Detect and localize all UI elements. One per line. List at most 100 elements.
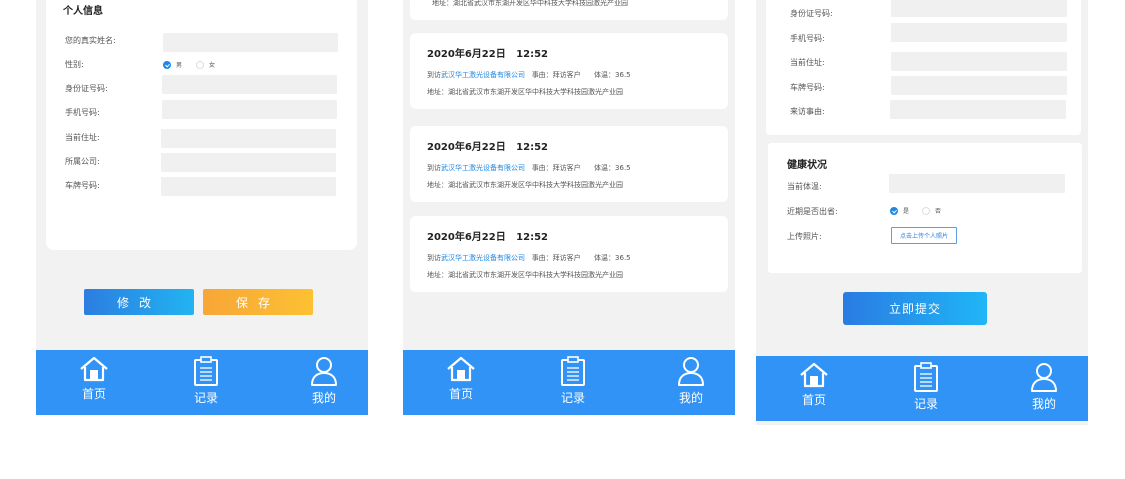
company-link[interactable]: 武汉华工激光设备有限公司 xyxy=(441,164,525,172)
reason-text: 事由：拜访客户 xyxy=(531,164,581,172)
plate-label: 车牌号码: xyxy=(65,181,100,190)
record-address: 地址：湖北省武汉市东湖开发区华中科技大学科技园激光产业园 xyxy=(427,181,623,189)
address-label: 当前住址: xyxy=(790,58,825,67)
plate-label: 车牌号码: xyxy=(790,83,825,92)
user-icon xyxy=(1031,363,1057,392)
record-time: 2020年6月22日 12:52 xyxy=(427,232,548,243)
tab-records[interactable]: 记录 xyxy=(176,350,236,415)
check-icon xyxy=(163,60,171,69)
record-visit-line: 到访武汉华工激光设备有限公司 事由：拜访客户 体温：36.5 xyxy=(427,163,631,173)
phone-field[interactable] xyxy=(891,23,1067,42)
name-field[interactable] xyxy=(163,33,338,52)
tab-mine-label: 我的 xyxy=(678,391,703,405)
record-card[interactable]: 2020年6月22日 12:52 到访武汉华工激光设备有限公司 事由：拜访客户 … xyxy=(410,216,728,292)
save-button[interactable]: 保存 xyxy=(203,289,313,315)
user-icon xyxy=(311,357,337,386)
record-visit-line: 到访武汉华工激光设备有限公司 事由：拜访客户 体温：36.5 xyxy=(427,70,631,80)
tab-records[interactable]: 记录 xyxy=(543,350,603,415)
plate-field[interactable] xyxy=(891,76,1067,95)
temp-text: 体温：36.5 xyxy=(594,254,631,262)
id-field[interactable] xyxy=(891,0,1067,17)
submit-button[interactable]: 立即提交 xyxy=(843,292,987,325)
record-card[interactable]: 2020年6月22日 12:52 到访武汉华工激光设备有限公司 事由：拜访客户 … xyxy=(410,33,728,109)
radio-empty-icon xyxy=(196,60,204,69)
plate-field[interactable] xyxy=(161,177,336,196)
company-label: 所属公司: xyxy=(65,157,100,166)
record-card[interactable]: 2020年6月22日 12:52 到访武汉华工激光设备有限公司 事由：拜访客户 … xyxy=(410,126,728,202)
gender-label: 性别: xyxy=(65,60,84,69)
tab-mine[interactable]: 我的 xyxy=(1014,356,1074,421)
record-visit-line: 到访武汉华工激光设备有限公司 事由：拜访客户 体温：36.5 xyxy=(427,253,631,263)
tab-home[interactable]: 首页 xyxy=(64,350,124,415)
tab-mine[interactable]: 我的 xyxy=(661,350,721,415)
id-field[interactable] xyxy=(162,75,337,94)
upload-photo-button[interactable]: 点击上传个人照片 xyxy=(891,227,957,244)
address-field[interactable] xyxy=(161,129,336,148)
address-label: 当前住址: xyxy=(65,133,100,142)
record-time: 2020年6月22日 12:52 xyxy=(427,142,548,153)
home-icon xyxy=(800,362,828,388)
record-address: 地址：湖北省武汉市东湖开发区华中科技大学科技园激光产业园 xyxy=(432,0,628,7)
phone-label: 手机号码: xyxy=(65,108,100,117)
clipboard-icon xyxy=(914,362,938,392)
id-label: 身份证号码: xyxy=(790,9,833,18)
home-icon xyxy=(80,356,108,382)
tab-bar: 首页 记录 我的 xyxy=(756,356,1088,421)
tab-bar: 首页 记录 我的 xyxy=(403,350,735,415)
section-title: 个人信息 xyxy=(63,6,103,17)
name-label: 您的真实姓名: xyxy=(65,36,116,45)
temp-text: 体温：36.5 xyxy=(594,164,631,172)
company-field[interactable] xyxy=(161,153,336,172)
user-icon xyxy=(678,357,704,386)
reason-text: 事由：拜访客户 xyxy=(531,254,581,262)
temp-field[interactable] xyxy=(889,174,1065,193)
phone-label: 手机号码: xyxy=(790,34,825,43)
clipboard-icon xyxy=(561,356,585,386)
record-address: 地址：湖北省武汉市东湖开发区华中科技大学科技园激光产业园 xyxy=(427,88,623,96)
temp-text: 体温：36.5 xyxy=(594,71,631,79)
tab-records-label: 记录 xyxy=(193,391,218,405)
gender-radio-female[interactable]: 女 xyxy=(196,60,215,69)
tab-home[interactable]: 首页 xyxy=(431,350,491,415)
gender-option-female: 女 xyxy=(209,62,216,69)
reason-field[interactable] xyxy=(890,100,1066,119)
out-province-label: 近期是否出省: xyxy=(787,207,838,216)
tab-home-label: 首页 xyxy=(801,393,826,407)
tab-home-label: 首页 xyxy=(81,387,106,401)
gender-radio-male[interactable]: 男 xyxy=(163,60,182,69)
phone-field[interactable] xyxy=(162,100,337,119)
record-address: 地址：湖北省武汉市东湖开发区华中科技大学科技园激光产业园 xyxy=(427,271,623,279)
health-card: 健康状况 当前体温: 近期是否出省: 是 否 上传照片: 点击上传个人照片 xyxy=(768,143,1082,273)
company-link[interactable]: 武汉华工激光设备有限公司 xyxy=(441,254,525,262)
reason-text: 事由：拜访客户 xyxy=(531,71,581,79)
tab-bar: 首页 记录 我的 xyxy=(36,350,368,415)
clipboard-icon xyxy=(194,356,218,386)
out-province-option-no: 否 xyxy=(935,208,942,215)
out-province-radio-yes[interactable]: 是 xyxy=(890,206,909,215)
temp-label: 当前体温: xyxy=(787,182,822,191)
home-icon xyxy=(447,356,475,382)
record-card-partial[interactable]: 地址：湖北省武汉市东湖开发区华中科技大学科技园激光产业园 xyxy=(410,0,728,20)
tab-mine[interactable]: 我的 xyxy=(294,350,354,415)
tab-mine-label: 我的 xyxy=(1031,397,1056,411)
modify-button[interactable]: 修改 xyxy=(84,289,194,315)
radio-empty-icon xyxy=(922,206,930,215)
address-field[interactable] xyxy=(891,52,1067,71)
company-link[interactable]: 武汉华工激光设备有限公司 xyxy=(441,71,525,79)
visit-form-screen: 身份证号码: 手机号码: 当前住址: 车牌号码: 来访事由: 健康状况 当前体温… xyxy=(756,0,1088,425)
reason-label: 来访事由: xyxy=(790,107,825,116)
tab-mine-label: 我的 xyxy=(311,391,336,405)
tab-home[interactable]: 首页 xyxy=(784,356,844,421)
record-time: 2020年6月22日 12:52 xyxy=(427,49,548,60)
personal-info-card: 个人信息 您的真实姓名: 性别: 男 女 身份证号码: 手机号码: 当前住址: … xyxy=(46,0,357,250)
health-title: 健康状况 xyxy=(787,160,827,171)
tab-records-label: 记录 xyxy=(913,397,938,411)
gender-option-male: 男 xyxy=(176,62,183,69)
out-province-radio-no[interactable]: 否 xyxy=(922,206,941,215)
check-icon xyxy=(890,206,898,215)
photo-label: 上传照片: xyxy=(787,232,822,241)
visit-prefix: 到访 xyxy=(427,254,441,262)
tab-records[interactable]: 记录 xyxy=(896,356,956,421)
tab-records-label: 记录 xyxy=(560,391,585,405)
tab-home-label: 首页 xyxy=(448,387,473,401)
